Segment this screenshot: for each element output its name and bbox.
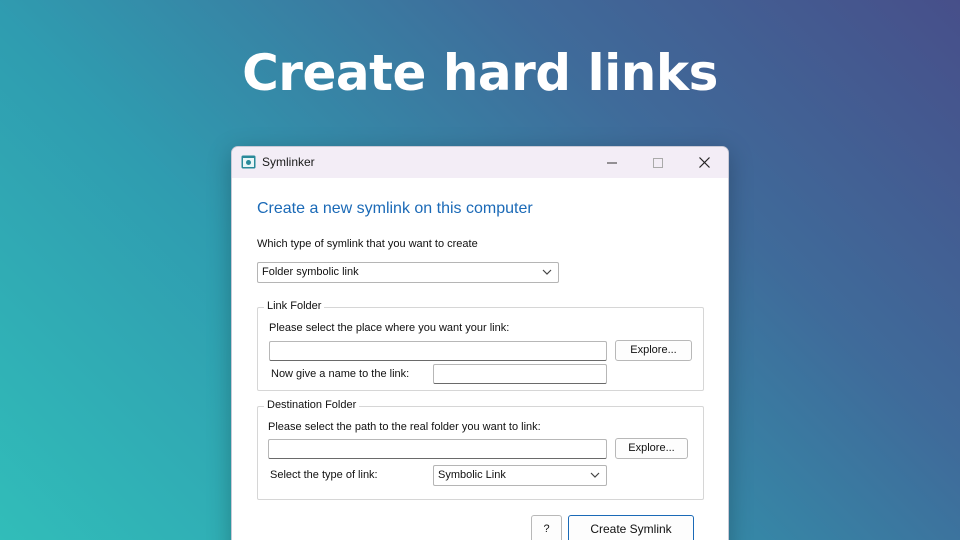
- link-type-select[interactable]: Symbolic Link: [433, 465, 607, 486]
- dest-path-prompt: Please select the path to the real folde…: [268, 421, 541, 433]
- link-name-prompt: Now give a name to the link:: [271, 368, 410, 380]
- help-button[interactable]: ?: [531, 515, 562, 540]
- window-title: Symlinker: [262, 155, 315, 169]
- dest-path-input[interactable]: [268, 439, 607, 459]
- title-bar[interactable]: Symlinker: [232, 147, 728, 178]
- symlinker-window: Symlinker Create a new symlink on this c…: [231, 146, 729, 540]
- maximize-icon: [653, 157, 663, 168]
- dialog-content: Create a new symlink on this computer Wh…: [232, 178, 728, 540]
- link-place-input[interactable]: [269, 341, 607, 361]
- headline: Create hard links: [242, 44, 718, 102]
- dialog-heading: Create a new symlink on this computer: [257, 200, 533, 217]
- type-prompt: Which type of symlink that you want to c…: [257, 238, 478, 250]
- symlink-type-value: Folder symbolic link: [262, 266, 359, 278]
- link-explore-button[interactable]: Explore...: [615, 340, 692, 361]
- close-icon: [698, 157, 710, 168]
- minimize-icon: [607, 162, 617, 163]
- link-type-value: Symbolic Link: [438, 469, 506, 481]
- close-button[interactable]: [681, 147, 727, 178]
- maximize-button[interactable]: [635, 147, 681, 178]
- link-name-input[interactable]: [433, 364, 607, 384]
- create-symlink-button[interactable]: Create Symlink: [568, 515, 694, 540]
- dest-explore-button[interactable]: Explore...: [615, 438, 688, 459]
- app-icon: [241, 155, 256, 169]
- link-folder-group: Link Folder Please select the place wher…: [257, 300, 704, 391]
- chevron-down-icon: [590, 472, 600, 478]
- link-folder-title: Link Folder: [264, 300, 325, 312]
- destination-folder-title: Destination Folder: [264, 399, 360, 411]
- destination-folder-group: Destination Folder Please select the pat…: [257, 399, 704, 500]
- symlink-type-select[interactable]: Folder symbolic link: [257, 262, 559, 283]
- chevron-down-icon: [542, 269, 552, 275]
- link-place-prompt: Please select the place where you want y…: [269, 322, 510, 334]
- link-type-prompt: Select the type of link:: [270, 469, 378, 481]
- minimize-button[interactable]: [589, 147, 635, 178]
